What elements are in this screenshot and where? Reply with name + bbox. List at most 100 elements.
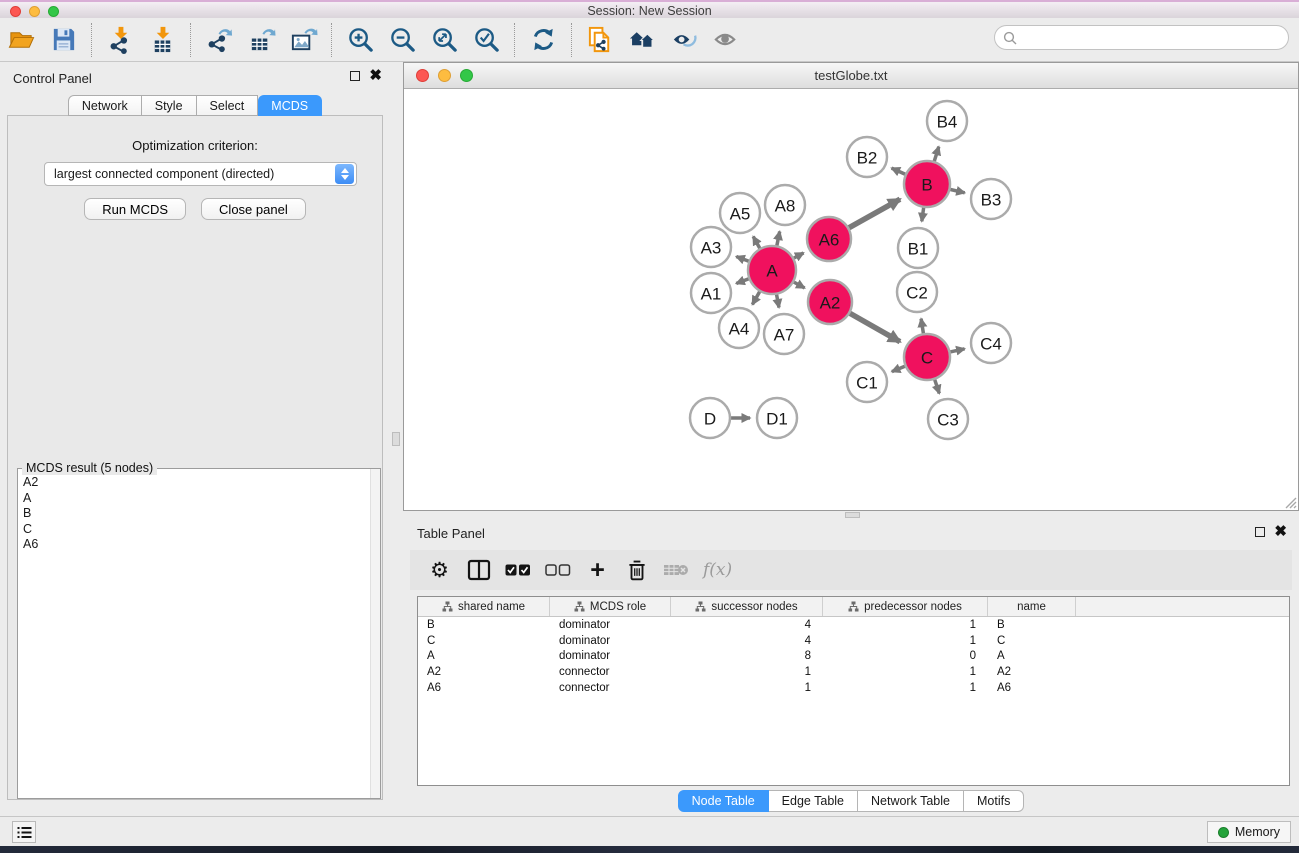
- column-header-mcds-role[interactable]: MCDS role: [550, 597, 671, 616]
- graph-node-A3[interactable]: A3: [691, 227, 731, 267]
- float-panel-icon[interactable]: [1255, 527, 1265, 537]
- close-panel-icon[interactable]: ✖: [1274, 527, 1287, 537]
- table-row-b[interactable]: Bdominator41B: [418, 617, 1289, 633]
- column-header-name[interactable]: name: [988, 597, 1076, 616]
- network-canvas[interactable]: AA1A2A3A4A5A6A7A8BB1B2B3B4CC1C2C3C4DD1: [404, 89, 1298, 510]
- edge-C-C4[interactable]: [949, 349, 965, 353]
- float-panel-icon[interactable]: [350, 71, 360, 81]
- close-panel-button[interactable]: Close panel: [201, 198, 306, 220]
- duplicate-network-button[interactable]: [583, 23, 617, 57]
- graph-node-B2[interactable]: B2: [847, 137, 887, 177]
- export-image-button[interactable]: [286, 23, 320, 57]
- edge-A6-B[interactable]: [847, 199, 900, 229]
- graph-node-B4[interactable]: B4: [927, 101, 967, 141]
- vertical-splitter[interactable]: [390, 62, 403, 816]
- edge-A-A3[interactable]: [736, 257, 750, 262]
- result-item-a[interactable]: A: [19, 491, 369, 507]
- column-header-successor-nodes[interactable]: successor nodes: [671, 597, 823, 616]
- graph-node-C1[interactable]: C1: [847, 362, 887, 402]
- column-header-shared-name[interactable]: shared name: [418, 597, 550, 616]
- show-column-button[interactable]: [466, 557, 491, 583]
- result-item-a6[interactable]: A6: [19, 537, 369, 553]
- graph-node-C2[interactable]: C2: [897, 272, 937, 312]
- delete-table-button[interactable]: [663, 557, 689, 583]
- search-input[interactable]: [1022, 31, 1280, 45]
- zoom-in-button[interactable]: [343, 23, 377, 57]
- deselect-all-columns-button[interactable]: [545, 557, 571, 583]
- export-network-button[interactable]: [202, 23, 236, 57]
- tab-select[interactable]: Select: [197, 95, 259, 116]
- select-all-columns-button[interactable]: [505, 557, 531, 583]
- graph-node-C3[interactable]: C3: [928, 399, 968, 439]
- first-neighbors-button[interactable]: [625, 23, 659, 57]
- graph-node-C[interactable]: C: [904, 334, 950, 380]
- edge-C-C1[interactable]: [892, 366, 907, 372]
- graph-node-A8[interactable]: A8: [765, 185, 805, 225]
- apply-layout-button[interactable]: [526, 23, 560, 57]
- result-item-b[interactable]: B: [19, 506, 369, 522]
- tab-style[interactable]: Style: [142, 95, 197, 116]
- run-mcds-button[interactable]: Run MCDS: [84, 198, 186, 220]
- edge-B-B4[interactable]: [934, 147, 939, 163]
- edge-A-A5[interactable]: [753, 237, 761, 250]
- save-session-button[interactable]: [46, 23, 80, 57]
- graph-node-A5[interactable]: A5: [720, 193, 760, 233]
- tab-network[interactable]: Network: [68, 95, 142, 116]
- graph-node-A[interactable]: A: [748, 246, 796, 294]
- graph-node-B[interactable]: B: [904, 161, 950, 207]
- graph-node-A4[interactable]: A4: [719, 308, 759, 348]
- import-network-button[interactable]: [103, 23, 137, 57]
- delete-column-button[interactable]: [624, 557, 649, 583]
- splitter-handle[interactable]: [392, 432, 400, 446]
- zoom-fit-button[interactable]: [427, 23, 461, 57]
- graph-node-A2[interactable]: A2: [808, 280, 852, 324]
- splitter-handle[interactable]: [845, 512, 860, 518]
- show-graphics-details-button[interactable]: [709, 23, 743, 57]
- task-history-button[interactable]: [12, 821, 36, 843]
- export-table-button[interactable]: [244, 23, 278, 57]
- edge-A-A4[interactable]: [752, 290, 760, 305]
- edge-A-A1[interactable]: [736, 278, 750, 283]
- tab-mcds[interactable]: MCDS: [258, 95, 322, 116]
- edge-A2-C[interactable]: [848, 312, 900, 341]
- resize-grip-icon[interactable]: [1283, 495, 1297, 509]
- result-item-c[interactable]: C: [19, 522, 369, 538]
- edge-B-B2[interactable]: [892, 168, 907, 175]
- column-header-predecessor-nodes[interactable]: predecessor nodes: [823, 597, 988, 616]
- open-file-button[interactable]: [4, 23, 38, 57]
- import-table-button[interactable]: [145, 23, 179, 57]
- hide-graphics-details-button[interactable]: [667, 23, 701, 57]
- optimization-criterion-select[interactable]: largest connected component (directed): [44, 162, 357, 186]
- zoom-selected-button[interactable]: [469, 23, 503, 57]
- table-row-a[interactable]: Adominator80A: [418, 648, 1289, 664]
- edge-B-B1[interactable]: [922, 206, 924, 222]
- result-list-scrollbar[interactable]: [370, 469, 380, 798]
- graph-node-C4[interactable]: C4: [971, 323, 1011, 363]
- horizontal-splitter[interactable]: [403, 511, 1299, 519]
- add-column-button[interactable]: +: [585, 557, 610, 583]
- table-row-a2[interactable]: A2connector11A2: [418, 664, 1289, 680]
- graph-node-B3[interactable]: B3: [971, 179, 1011, 219]
- tab-motifs[interactable]: Motifs: [964, 790, 1024, 812]
- result-item-a2[interactable]: A2: [19, 475, 369, 491]
- function-builder-button[interactable]: f(x): [703, 557, 732, 583]
- table-options-button[interactable]: ⚙: [427, 557, 452, 583]
- tab-network-table[interactable]: Network Table: [858, 790, 964, 812]
- graph-node-B1[interactable]: B1: [898, 228, 938, 268]
- memory-button[interactable]: Memory: [1207, 821, 1291, 843]
- table-row-c[interactable]: Cdominator41C: [418, 633, 1289, 649]
- graph-node-D[interactable]: D: [690, 398, 730, 438]
- tab-node-table[interactable]: Node Table: [678, 790, 769, 812]
- edge-C-C3[interactable]: [934, 378, 939, 394]
- table-row-a6[interactable]: A6connector11A6: [418, 680, 1289, 696]
- graph-node-A7[interactable]: A7: [764, 314, 804, 354]
- edge-C-C2[interactable]: [921, 319, 924, 336]
- edge-A-A8[interactable]: [777, 232, 780, 248]
- graph-node-A6[interactable]: A6: [807, 217, 851, 261]
- zoom-out-button[interactable]: [385, 23, 419, 57]
- edge-B-B3[interactable]: [948, 189, 964, 193]
- edge-A-A7[interactable]: [776, 293, 779, 308]
- close-panel-icon[interactable]: ✖: [369, 71, 382, 81]
- tab-edge-table[interactable]: Edge Table: [769, 790, 858, 812]
- graph-node-A1[interactable]: A1: [691, 273, 731, 313]
